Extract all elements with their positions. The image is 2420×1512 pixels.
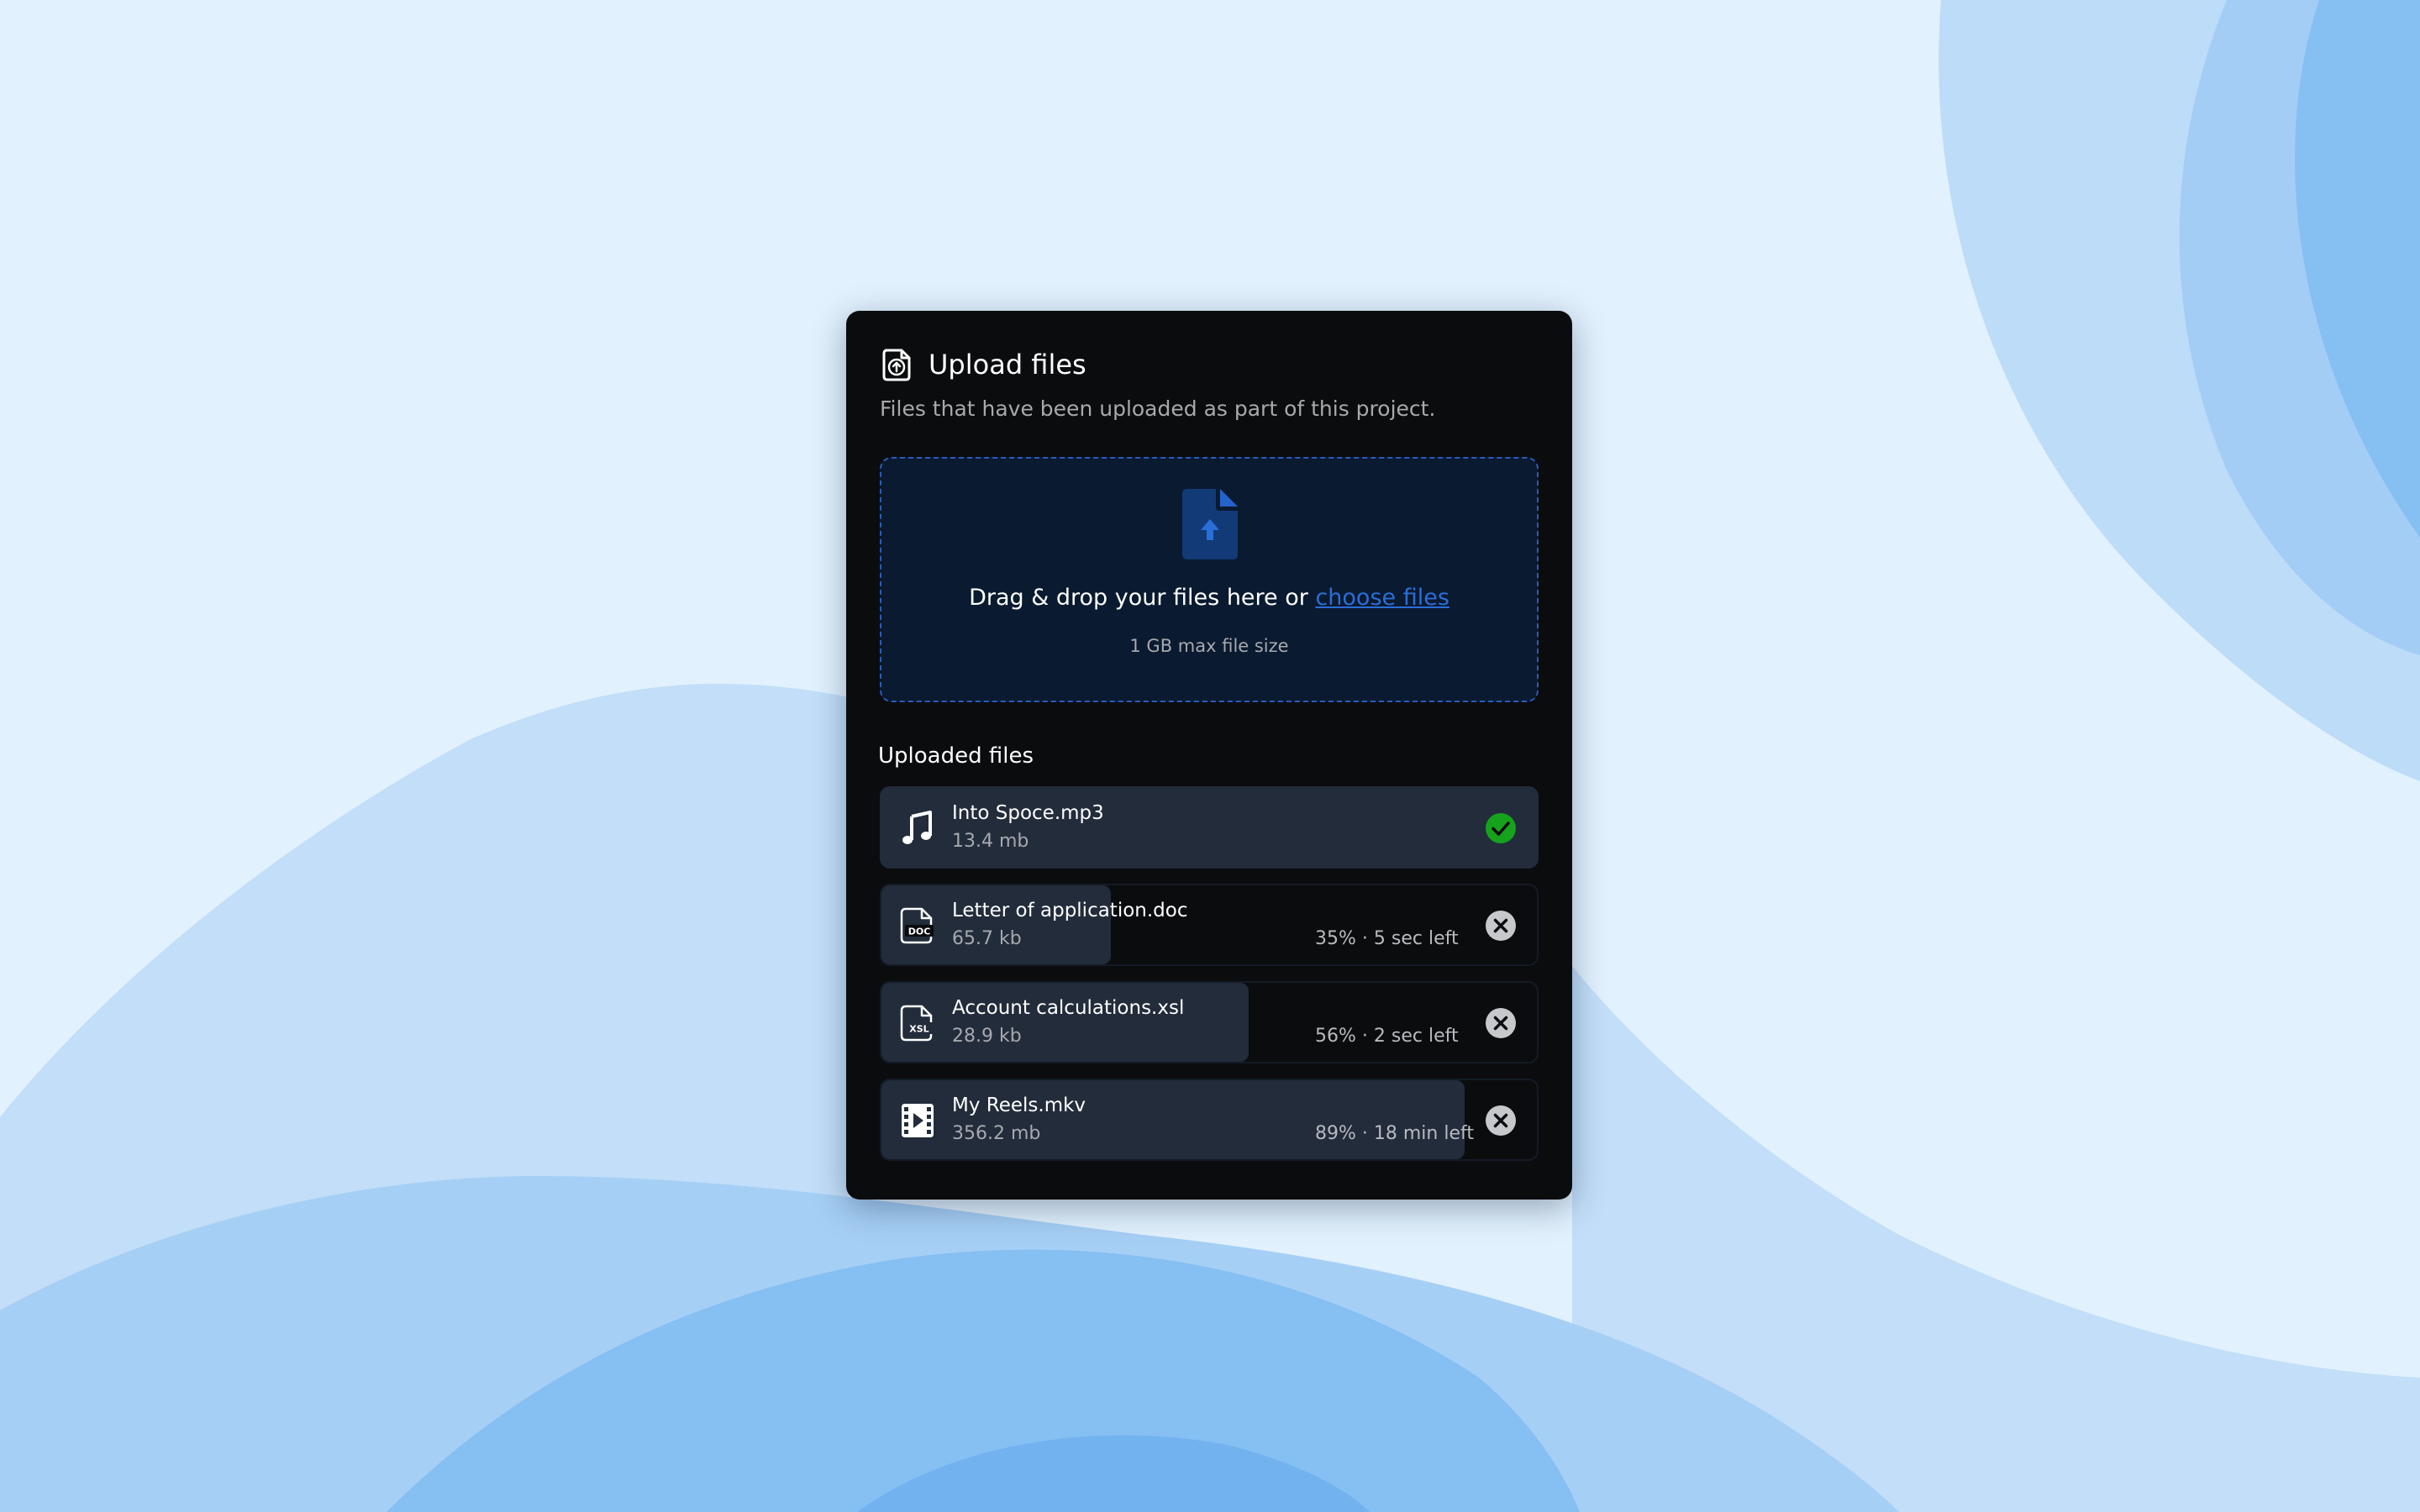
upload-status: 35% · 5 sec left	[1315, 928, 1459, 949]
svg-text:DOC: DOC	[908, 927, 931, 937]
file-name: Into Spoce.mp3	[952, 802, 1104, 824]
file-name: Account calculations.xsl	[952, 997, 1185, 1019]
file-name: My Reels.mkv	[952, 1095, 1086, 1116]
max-file-size-hint: 1 GB max file size	[1129, 636, 1289, 656]
file-row: XSL Account calculations.xsl 28.9 kb 56%…	[880, 981, 1539, 1063]
file-size: 356.2 mb	[952, 1123, 1041, 1144]
upload-status: 89% · 18 min left	[1315, 1123, 1474, 1144]
video-file-icon	[902, 1104, 934, 1137]
upload-status: 56% · 2 sec left	[1315, 1026, 1459, 1047]
svg-text:XSL: XSL	[909, 1024, 929, 1035]
check-circle-icon	[1486, 813, 1516, 843]
file-size: 65.7 kb	[952, 928, 1022, 949]
dropzone-instruction: Drag & drop your files here or	[969, 585, 1316, 611]
file-name: Letter of application.doc	[952, 900, 1188, 921]
music-note-icon	[902, 811, 932, 844]
cancel-upload-icon[interactable]	[1485, 1105, 1517, 1137]
file-row: DOC Letter of application.doc 65.7 kb 35…	[880, 884, 1539, 966]
uploaded-files-title: Uploaded files	[878, 743, 1034, 769]
file-size: 13.4 mb	[952, 831, 1029, 852]
cancel-upload-icon[interactable]	[1485, 1007, 1517, 1039]
doc-file-icon: DOC	[900, 907, 934, 944]
file-upload-icon	[882, 349, 911, 381]
file-upload-icon	[1182, 489, 1238, 559]
upload-card: Upload files Files that have been upload…	[846, 311, 1572, 1200]
file-size: 28.9 kb	[952, 1026, 1022, 1047]
page-subtitle: Files that have been uploaded as part of…	[880, 396, 1436, 421]
dropzone-text: Drag & drop your files here or choose fi…	[881, 583, 1537, 613]
page-title: Upload files	[929, 349, 1086, 381]
file-row: Into Spoce.mp3 13.4 mb	[880, 786, 1539, 869]
cancel-upload-icon[interactable]	[1485, 910, 1517, 942]
choose-files-link[interactable]: choose files	[1315, 585, 1449, 611]
xsl-file-icon: XSL	[900, 1005, 934, 1042]
file-row: My Reels.mkv 356.2 mb 89% · 18 min left	[880, 1079, 1539, 1161]
file-dropzone[interactable]: Drag & drop your files here or choose fi…	[880, 457, 1539, 702]
uploaded-files-list: Into Spoce.mp3 13.4 mb DOC Letter of app…	[880, 786, 1539, 1176]
